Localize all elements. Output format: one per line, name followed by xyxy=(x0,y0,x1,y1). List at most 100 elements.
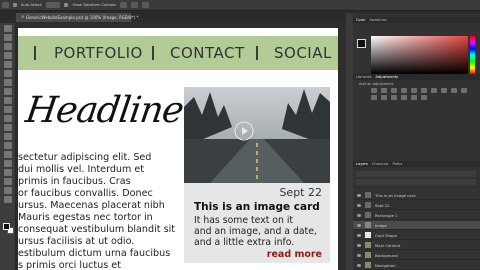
eye-icon[interactable] xyxy=(357,223,361,227)
folder-icon xyxy=(365,262,371,268)
options-bar: Auto-Select: Show Transform Controls xyxy=(0,0,480,11)
document-canvas[interactable]: PORTFOLIO CONTACT SOCIAL Headline sectet… xyxy=(18,28,338,270)
folder-icon xyxy=(365,252,371,258)
layer-row[interactable]: Rectangle 1 xyxy=(353,211,480,220)
website-body-text: sectetur adipiscing elit. Sed dui mollis… xyxy=(18,152,183,248)
hue-slider[interactable] xyxy=(470,36,475,74)
eye-icon[interactable] xyxy=(357,193,361,197)
levels-icon[interactable] xyxy=(381,88,387,93)
right-panels: Color Swatches Libraries Adjustments Add… xyxy=(353,13,480,270)
website-headline: Headline xyxy=(23,90,186,131)
eye-icon[interactable] xyxy=(357,253,361,257)
document-tab[interactable]: × GenericWebsiteExample.psd @ 100% (Imag… xyxy=(16,13,138,22)
blur-tool-icon[interactable] xyxy=(4,133,12,140)
layer-row[interactable]: Card Shape xyxy=(353,231,480,240)
pen-tool-icon[interactable] xyxy=(4,151,12,158)
layer-row[interactable]: Background xyxy=(353,251,480,260)
tools-panel xyxy=(0,23,16,270)
card-text-line: and a little extra info. xyxy=(194,237,295,248)
show-transform-label: Show Transform Controls xyxy=(72,3,116,7)
layer-name: Background xyxy=(375,252,398,258)
hue-saturation-icon[interactable] xyxy=(421,88,427,93)
dodge-tool-icon[interactable] xyxy=(4,142,12,149)
photo-filter-icon[interactable] xyxy=(451,88,457,93)
type-layer-icon xyxy=(365,202,371,208)
align-center-icon[interactable] xyxy=(131,2,138,8)
move-tool-icon[interactable] xyxy=(4,25,12,32)
layer-options xyxy=(356,169,476,189)
layer-row[interactable]: This is an image card xyxy=(353,191,480,200)
exposure-icon[interactable] xyxy=(401,88,407,93)
move-tool-icon[interactable] xyxy=(2,2,9,8)
gradient-map-icon[interactable] xyxy=(411,95,417,100)
layer-name: Card Shape xyxy=(375,232,397,238)
vibrance-icon[interactable] xyxy=(411,88,417,93)
tab-libraries[interactable]: Libraries xyxy=(356,75,372,79)
layer-filter-row[interactable] xyxy=(356,171,476,177)
color-picker-field[interactable] xyxy=(371,36,468,74)
curves-icon[interactable] xyxy=(391,88,397,93)
eye-icon[interactable] xyxy=(357,263,361,267)
eyedropper-tool-icon[interactable] xyxy=(4,70,12,77)
layer-row-selected[interactable]: Image xyxy=(353,221,480,230)
eye-icon[interactable] xyxy=(357,213,361,217)
layer-thumbnail xyxy=(365,222,371,228)
layer-dropdown[interactable] xyxy=(46,2,61,8)
marquee-tool-icon[interactable] xyxy=(4,34,12,41)
show-transform-checkbox[interactable] xyxy=(64,3,69,7)
crop-tool-icon[interactable] xyxy=(4,61,12,68)
gradient-tool-icon[interactable] xyxy=(4,124,12,131)
quick-select-tool-icon[interactable] xyxy=(4,52,12,59)
tab-paths[interactable]: Paths xyxy=(393,162,403,166)
card-text-line: and an image, and a date, xyxy=(194,226,317,237)
body-line: primis in faucibus. Cras xyxy=(18,176,131,187)
threshold-icon[interactable] xyxy=(401,95,407,100)
invert-icon[interactable] xyxy=(381,95,387,100)
selective-color-icon[interactable] xyxy=(421,95,427,100)
brush-tool-icon[interactable] xyxy=(4,88,12,95)
eye-icon[interactable] xyxy=(357,233,361,237)
foreground-swatch[interactable] xyxy=(357,39,366,48)
tab-color[interactable]: Color xyxy=(356,18,365,22)
hand-tool-icon[interactable] xyxy=(4,187,12,194)
foreground-color-swatch[interactable] xyxy=(3,223,10,230)
shape-tool-icon[interactable] xyxy=(4,178,12,185)
layer-row[interactable]: Navigation xyxy=(353,261,480,270)
history-brush-icon[interactable] xyxy=(4,106,12,113)
stamp-tool-icon[interactable] xyxy=(4,97,12,104)
eye-icon[interactable] xyxy=(357,243,361,247)
body-line: sectetur adipiscing elit. Sed xyxy=(18,152,152,163)
eraser-tool-icon[interactable] xyxy=(4,115,12,122)
color-lookup-icon[interactable] xyxy=(371,95,377,100)
color-balance-icon[interactable] xyxy=(431,88,437,93)
tab-adjustments[interactable]: Adjustments xyxy=(376,75,399,79)
tab-channels[interactable]: Channels xyxy=(372,162,389,166)
layer-row[interactable]: Sept 22 xyxy=(353,201,480,210)
layer-row[interactable]: Main Content xyxy=(353,241,480,250)
nav-item-portfolio: PORTFOLIO xyxy=(54,44,143,62)
document-title: GenericWebsiteExample.psd @ 100% (Image,… xyxy=(26,15,139,20)
align-left-icon[interactable] xyxy=(120,2,127,8)
tab-layers[interactable]: Layers xyxy=(356,162,368,166)
auto-select-checkbox[interactable] xyxy=(13,3,17,7)
close-tab-icon[interactable]: × xyxy=(21,14,25,20)
channel-mixer-icon[interactable] xyxy=(461,88,467,93)
nav-divider xyxy=(152,46,154,60)
lasso-tool-icon[interactable] xyxy=(4,43,12,50)
blend-opacity-row[interactable] xyxy=(356,179,476,185)
body-line: dui mollis vel. Interdum et xyxy=(18,164,145,175)
folder-icon xyxy=(365,242,371,248)
body-line: ursus facilisis at ut odio. xyxy=(18,236,135,247)
healing-tool-icon[interactable] xyxy=(4,79,12,86)
type-tool-icon[interactable] xyxy=(4,160,12,167)
posterize-icon[interactable] xyxy=(391,95,397,100)
zoom-tool-icon[interactable] xyxy=(4,196,12,203)
brightness-icon[interactable] xyxy=(371,88,377,93)
read-more-link: read more xyxy=(266,249,322,260)
tab-swatches[interactable]: Swatches xyxy=(369,18,386,22)
align-right-icon[interactable] xyxy=(142,2,149,8)
eye-icon[interactable] xyxy=(357,203,361,207)
black-white-icon[interactable] xyxy=(441,88,447,93)
path-select-tool-icon[interactable] xyxy=(4,169,12,176)
body-line: ursus. Maecenas placerat nibh xyxy=(18,200,165,211)
